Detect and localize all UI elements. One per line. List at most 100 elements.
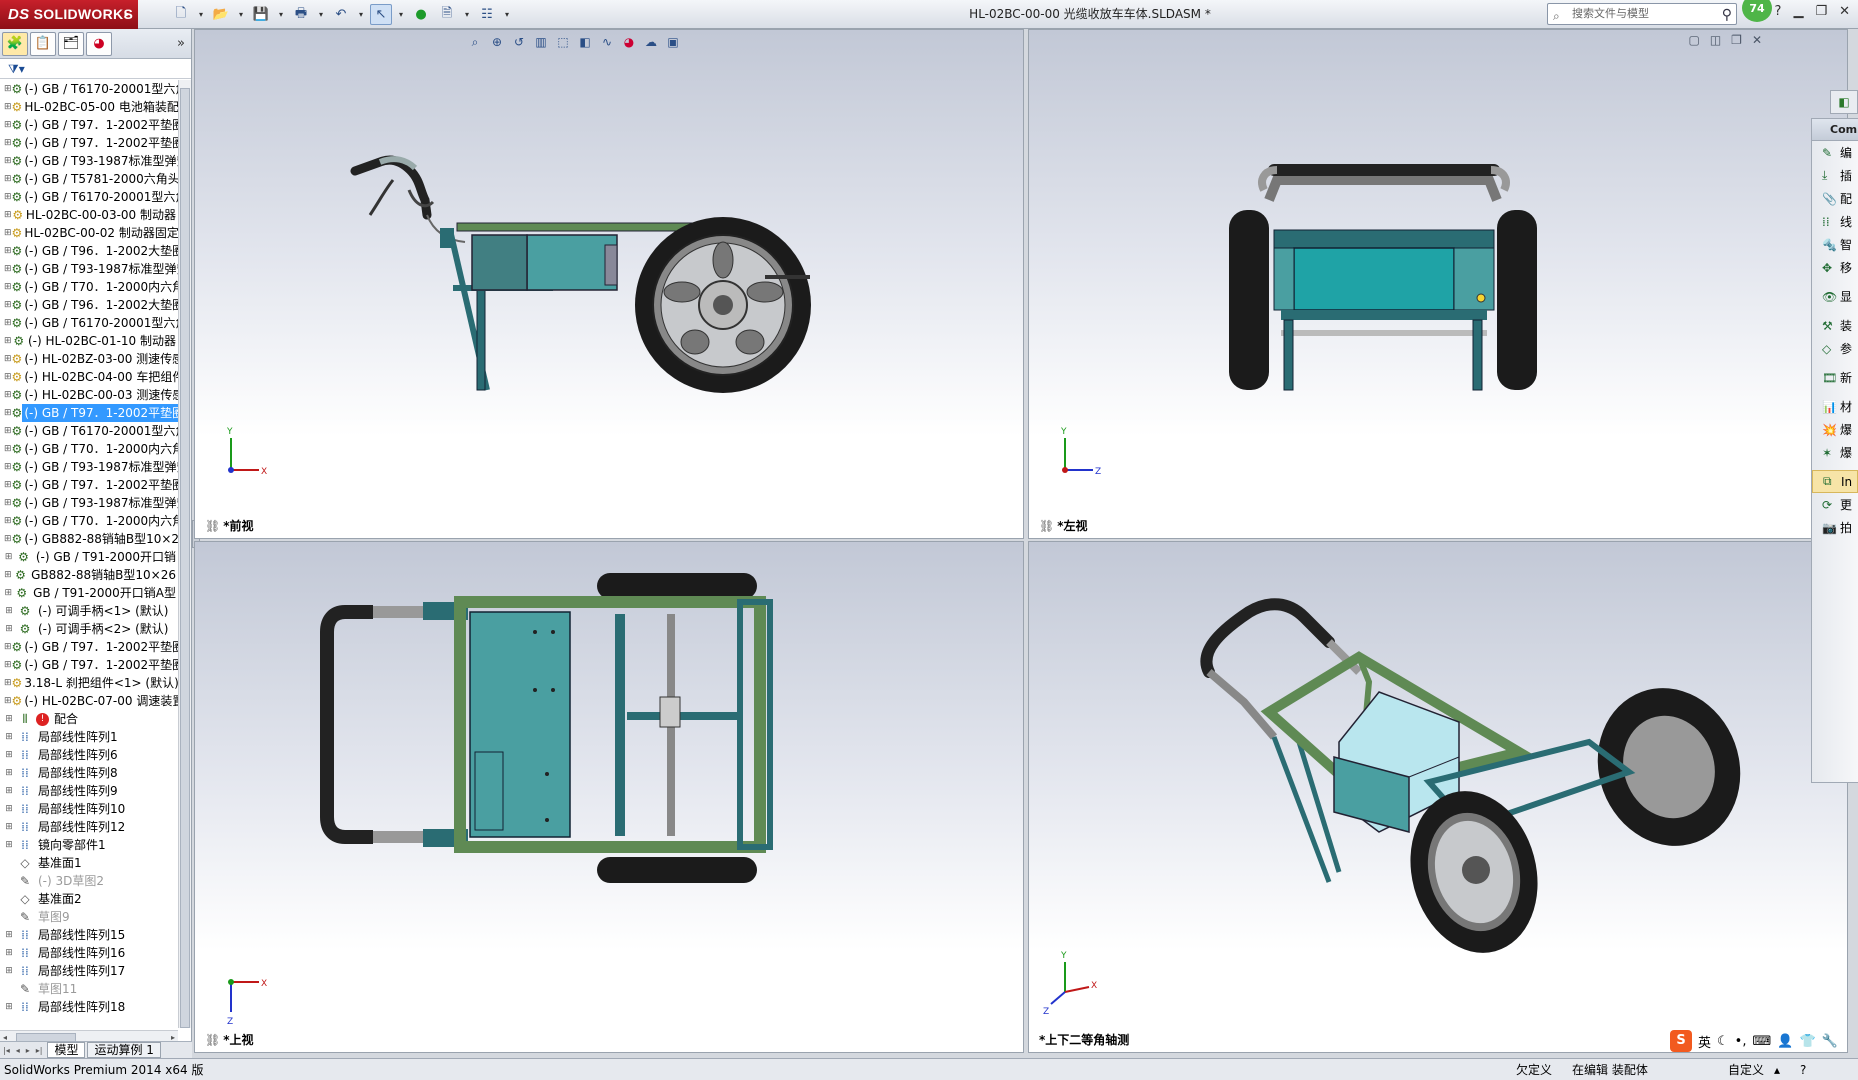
tree-item[interactable]: ⊞⚙(-) GB / T6170-20001型六角螺母 xyxy=(0,80,178,98)
expand-icon[interactable]: ⊞ xyxy=(4,404,12,422)
select-dropdown-icon[interactable]: ▾ xyxy=(396,4,406,25)
expand-icon[interactable]: ⊞ xyxy=(4,422,12,440)
units-dropdown-icon[interactable]: ▴ xyxy=(1774,1059,1780,1080)
expand-icon[interactable]: ⊞ xyxy=(4,350,12,368)
flyout-item[interactable]: 📷 拍 xyxy=(1812,516,1858,539)
tree-item[interactable]: ⊞⚙(-) HL-02BC-00-03 测速传感器 xyxy=(0,386,178,404)
expand-icon[interactable]: ⊞ xyxy=(4,782,14,800)
ime-skin-icon[interactable]: 👕 xyxy=(1799,1034,1815,1049)
expand-icon[interactable]: ⊞ xyxy=(4,566,12,584)
expand-icon[interactable]: ⊞ xyxy=(4,134,12,152)
expand-icon[interactable]: ⊞ xyxy=(4,440,12,458)
expand-icon[interactable]: ⊞ xyxy=(4,620,14,638)
tree-item[interactable]: ⊞ ⚙ HL-02BC-00-02 制动器固定 xyxy=(0,224,178,242)
expand-icon[interactable]: ⊞ xyxy=(4,152,12,170)
tree-item[interactable]: ⊞ ⚙ GB / T91-2000开口销A型 xyxy=(0,584,178,602)
scrollbar-thumb[interactable] xyxy=(180,88,190,1028)
flyout-item[interactable]: ⤓ 插 xyxy=(1812,164,1858,187)
tree-item[interactable]: ⊞ ⚙ (-) HL-02BC-01-10 制动器 xyxy=(0,332,178,350)
tree-item[interactable]: ⊞ ⚙ 3.18-L 刹把组件<1> (默认) xyxy=(0,674,178,692)
flyout-item[interactable]: 🔩 智 xyxy=(1812,233,1858,256)
ime-user-icon[interactable]: 👤 xyxy=(1777,1034,1793,1049)
expand-icon[interactable]: ⊞ xyxy=(4,674,12,692)
expand-icon[interactable]: ⊞ xyxy=(4,368,12,386)
print-icon[interactable]: 🖶 xyxy=(290,4,312,25)
edit-appearance-icon[interactable]: ◕ xyxy=(620,33,638,51)
flyout-item[interactable]: ✶ 爆 xyxy=(1812,441,1858,464)
viewport-restore-icon[interactable]: ❐ xyxy=(1731,33,1742,47)
tree-item[interactable]: ✎ 草图9 xyxy=(0,908,178,926)
expand-icon[interactable]: ⊞ xyxy=(4,512,12,530)
tree-item[interactable]: ⊞⚙(-) GB / T70．1-2000内六角螺钉 xyxy=(0,278,178,296)
flyout-item[interactable]: 📊 材 xyxy=(1812,395,1858,418)
tree-item[interactable]: ⊞ ⁞⁞ 局部线性阵列18 xyxy=(0,998,178,1016)
tree-item[interactable]: ⊞ ⚙ (-) GB / T96．1-2002大垫圈 xyxy=(0,242,178,260)
graphics-area[interactable]: Y X ⛓ *前视 Y Z ⛓ *左视 X Z ⛓ *上视 Y X Z *上下二… xyxy=(192,29,1848,1053)
tree-item[interactable]: ⊞ ⫴! 配合 xyxy=(0,710,178,728)
tree-vertical-scrollbar[interactable] xyxy=(178,80,191,1028)
status-help-icon[interactable]: ? xyxy=(1800,1059,1806,1080)
single-view-icon[interactable]: ▢ xyxy=(1688,33,1699,47)
file-properties-icon[interactable]: 🗎 xyxy=(436,4,458,25)
expand-icon[interactable]: ⊞ xyxy=(4,800,14,818)
tree-item[interactable]: ⊞ ⚙ (-) GB / T97．1-2002平垫圈 xyxy=(0,638,178,656)
link-views-icon[interactable]: ⛓ xyxy=(205,519,220,533)
expand-icon[interactable]: ⊞ xyxy=(4,548,13,566)
expand-icon[interactable]: ⊞ xyxy=(4,764,14,782)
flyout-item[interactable]: ⚒ 装 xyxy=(1812,314,1858,337)
open-icon[interactable]: 📂 xyxy=(210,4,232,25)
ime-language[interactable]: 英 xyxy=(1698,1032,1711,1051)
expand-icon[interactable]: ⊞ xyxy=(4,80,12,98)
expand-icon[interactable]: ⊞ xyxy=(4,836,14,854)
save-dropdown-icon[interactable]: ▾ xyxy=(276,4,286,25)
notification-badge[interactable]: 74 xyxy=(1742,0,1772,22)
viewport-left[interactable]: Y Z ⛓ *左视 xyxy=(1028,29,1848,539)
open-dropdown-icon[interactable]: ▾ xyxy=(236,4,246,25)
tree-item[interactable]: ⊞⚙(-) HL-02BZ-03-00 测速传感器 xyxy=(0,350,178,368)
expand-icon[interactable]: ⊞ xyxy=(4,206,12,224)
expand-icon[interactable]: ⊞ xyxy=(4,746,14,764)
expand-icon[interactable]: ⊞ xyxy=(4,458,12,476)
expand-icon[interactable]: ⊞ xyxy=(4,314,12,332)
previous-view-icon[interactable]: ↺ xyxy=(510,33,528,51)
tree-item[interactable]: ⊞⚙(-) GB / T5781-2000六角头螺栓 xyxy=(0,170,178,188)
expand-icon[interactable]: ⊞ xyxy=(4,818,14,836)
expand-icon[interactable]: ⊞ xyxy=(4,170,12,188)
tree-item[interactable]: ⊞ ⚙ (-) GB / T97．1-2002平垫圈 xyxy=(0,476,178,494)
hide-show-items-icon[interactable]: ∿ xyxy=(598,33,616,51)
tree-item[interactable]: ⊞ ⚙ (-) GB / T97．1-2002平垫圈 xyxy=(0,116,178,134)
link-views-icon[interactable]: ⛓ xyxy=(205,1033,220,1047)
property-manager-tab-icon[interactable]: 📋 xyxy=(30,31,56,56)
tree-item[interactable]: ⊞ ⁞⁞ 局部线性阵列10 xyxy=(0,800,178,818)
tree-item[interactable]: ⊞ ⚙ (-) 可调手柄<1> (默认) xyxy=(0,602,178,620)
expand-icon[interactable]: ⊞ xyxy=(4,998,14,1016)
ime-keyboard-icon[interactable]: ⌨ xyxy=(1752,1034,1771,1049)
flyout-item[interactable]: ⁞⁞ 线 xyxy=(1812,210,1858,233)
expand-icon[interactable]: ⊞ xyxy=(4,962,14,980)
ime-logo-icon[interactable]: S xyxy=(1670,1030,1692,1052)
expand-icon[interactable]: ⊞ xyxy=(4,584,12,602)
tree-item[interactable]: ⊞ ⚙ (-) HL-02BC-07-00 调速装置 xyxy=(0,692,178,710)
expand-icon[interactable]: ⊞ xyxy=(4,494,12,512)
flyout-item[interactable]: ⧉ In xyxy=(1812,470,1858,493)
two-view-icon[interactable]: ◫ xyxy=(1710,33,1721,47)
tree-item[interactable]: ⊞ ⁞⁞ 局部线性阵列1 xyxy=(0,728,178,746)
flyout-item[interactable]: 🎞 新 xyxy=(1812,366,1858,389)
tree-item[interactable]: ⊞ ⚙ GB882-88销轴B型10×26 xyxy=(0,566,178,584)
display-manager-tab-icon[interactable]: ◕ xyxy=(86,31,112,56)
search-input[interactable]: ⌕ 搜索文件与模型 ⚲ xyxy=(1547,3,1737,25)
tree-item[interactable]: ⊞⚙(-) GB / T6170-20001型六角螺母 xyxy=(0,314,178,332)
expand-icon[interactable]: ⊞ xyxy=(4,116,12,134)
tab-model[interactable]: 模型 xyxy=(47,1042,86,1058)
flyout-item[interactable]: 💥 爆 xyxy=(1812,418,1858,441)
ime-tools-icon[interactable]: 🔧 xyxy=(1822,1034,1838,1049)
tree-item[interactable]: ⊞⚙(-) GB / T70．1-2000内六角螺钉 xyxy=(0,440,178,458)
flyout-item[interactable]: ◇ 参 xyxy=(1812,337,1858,360)
restore-icon[interactable]: ❐ xyxy=(1815,4,1827,19)
configuration-manager-tab-icon[interactable]: 🗂 xyxy=(58,31,84,56)
minimize-icon[interactable]: ▁ xyxy=(1793,4,1803,19)
tree-item[interactable]: ⊞⚙(-) GB / T93-1987标准型弹簧垫圈 xyxy=(0,494,178,512)
expand-icon[interactable]: ⊞ xyxy=(4,710,14,728)
tree-item[interactable]: ⊞⚙(-) GB / T93-1987标准型弹簧垫圈 xyxy=(0,152,178,170)
tree-item[interactable]: ◇ 基准面2 xyxy=(0,890,178,908)
